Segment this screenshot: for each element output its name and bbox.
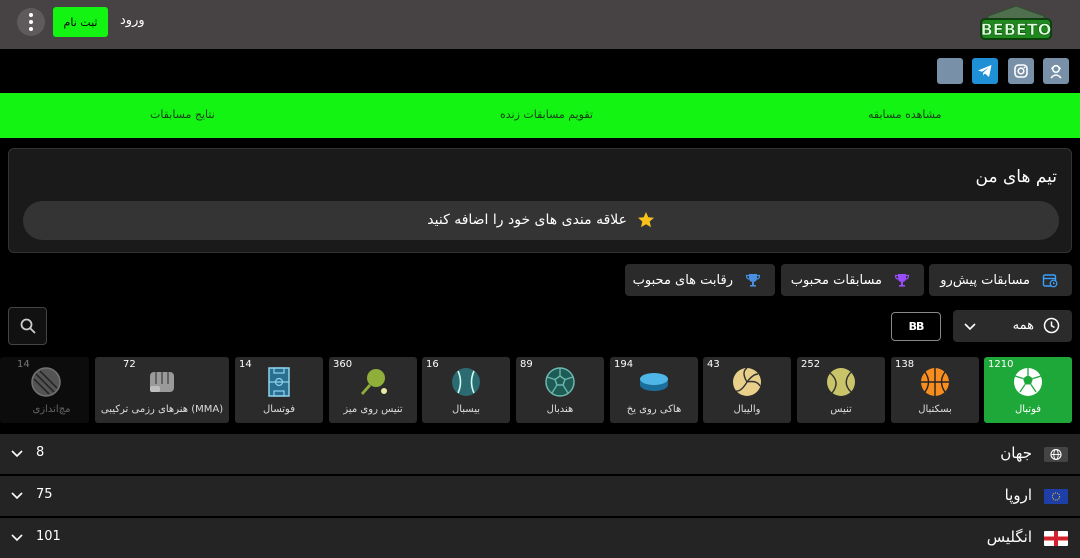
- sport-count: 16: [426, 359, 439, 370]
- star-icon: [638, 212, 654, 228]
- arm-wrestling-icon: [31, 367, 61, 397]
- login-link[interactable]: ورود: [120, 13, 145, 28]
- england-flag-icon: [1044, 531, 1068, 546]
- sport-name: بسکتبال: [918, 404, 952, 415]
- support-icon[interactable]: [1043, 58, 1069, 84]
- region-name: اروپا: [1004, 486, 1032, 504]
- sport-football[interactable]: 1210 فوتبال: [984, 357, 1072, 423]
- social-blank-button[interactable]: [937, 58, 963, 84]
- sport-count: 360: [333, 359, 353, 370]
- chevron-down-icon: [964, 323, 976, 331]
- sport-count: 89: [520, 359, 533, 370]
- chevron-down-icon: [11, 492, 23, 500]
- sport-ice-hockey[interactable]: 194 هاکی روی یخ: [610, 357, 698, 423]
- nav-results[interactable]: نتایج مسابقات: [150, 108, 215, 121]
- region-row-england[interactable]: انگلیس 101: [0, 518, 1080, 558]
- tab-upcoming[interactable]: مسابقات پیش‌رو: [929, 264, 1072, 296]
- volleyball-icon: [733, 367, 761, 396]
- telegram-icon[interactable]: [972, 58, 998, 84]
- my-teams-title: تیم های من: [975, 167, 1057, 187]
- sport-count: 72: [123, 359, 136, 370]
- handball-icon: [545, 367, 575, 397]
- nav-live-calendar[interactable]: تقویم مسابقات زنده: [500, 108, 593, 121]
- fist-icon: [150, 372, 174, 392]
- logo[interactable]: BEBETO: [978, 4, 1054, 42]
- sport-name: فوتبال: [1014, 404, 1042, 415]
- region-count: 101: [36, 529, 61, 544]
- region-row-europe[interactable]: اروپا 75: [0, 476, 1080, 516]
- sport-table-tennis[interactable]: 360 تنیس روی میز: [329, 357, 417, 423]
- main-nav: مشاهده مسابقه تقویم مسابقات زنده نتایج م…: [0, 93, 1080, 138]
- basketball-icon: [921, 368, 949, 396]
- sport-name: تنیس روی میز: [343, 404, 403, 415]
- sport-count: 1210: [988, 359, 1014, 370]
- sport-count: 14: [17, 359, 30, 370]
- sport-count: 194: [614, 359, 634, 370]
- sport-baseball[interactable]: 16 بیسبال: [422, 357, 510, 423]
- sport-futsal[interactable]: 14 فوتسال: [235, 357, 323, 423]
- sport-basketball[interactable]: 138 بسکتبال: [891, 357, 979, 423]
- futsal-field-icon: [268, 367, 290, 397]
- cup-icon: [745, 274, 761, 287]
- sport-count: 138: [895, 359, 915, 370]
- sport-name: هنرهای رزمی ترکیبی (MMA): [100, 404, 224, 415]
- tab-popular-matches[interactable]: مسابقات محبوب: [781, 264, 924, 296]
- football-icon: [1014, 368, 1042, 396]
- globe-icon: [1044, 447, 1068, 462]
- tab-popular-competitions-label: رقابت های محبوب: [632, 272, 733, 288]
- sport-count: 43: [707, 359, 720, 370]
- chevron-down-icon: [11, 534, 23, 542]
- clock-icon: [1043, 317, 1060, 334]
- instagram-icon[interactable]: [1008, 58, 1034, 84]
- sport-mma[interactable]: 72 هنرهای رزمی ترکیبی (MMA): [95, 357, 229, 423]
- sport-handball[interactable]: 89 هندبال: [516, 357, 604, 423]
- time-filter-value: همه: [1012, 318, 1034, 333]
- add-favorites-button[interactable]: علاقه مندی های خود را اضافه کنید: [23, 201, 1059, 240]
- sport-volleyball[interactable]: 43 والیبال: [703, 357, 791, 423]
- region-count: 75: [36, 487, 53, 502]
- search-icon: [20, 318, 36, 334]
- baseball-icon: [452, 368, 480, 396]
- my-teams-card: تیم های من علاقه مندی های خود را اضافه ک…: [8, 148, 1072, 253]
- sport-name: والیبال: [733, 404, 761, 415]
- time-filter-select[interactable]: همه: [953, 310, 1072, 342]
- sport-count: 252: [801, 359, 821, 370]
- top-bar: ثبت نام ورود BEBETO: [0, 0, 1080, 49]
- hockey-puck-icon: [640, 373, 668, 391]
- bb-toggle-button[interactable]: BB: [891, 312, 941, 341]
- tab-popular-matches-label: مسابقات محبوب: [790, 272, 882, 288]
- sport-name: بیسبال: [451, 404, 481, 415]
- tab-upcoming-label: مسابقات پیش‌رو: [940, 272, 1030, 288]
- logo-text: BEBETO: [981, 20, 1052, 39]
- chevron-down-icon: [11, 450, 23, 458]
- sport-name: هاکی روی یخ: [626, 404, 682, 415]
- sport-name: فوتسال: [263, 404, 295, 415]
- add-favorites-label: علاقه مندی های خود را اضافه کنید: [427, 212, 627, 228]
- sport-name: مچ‌اندازی: [32, 404, 71, 415]
- sport-name: هندبال: [546, 404, 574, 415]
- sport-arm-wrestling[interactable]: 14 مچ‌اندازی: [0, 357, 89, 423]
- region-row-world[interactable]: جهان 8: [0, 434, 1080, 474]
- sport-tennis[interactable]: 252 تنیس: [797, 357, 885, 423]
- sport-count: 14: [239, 359, 252, 370]
- region-name: انگلیس: [986, 528, 1032, 546]
- register-button[interactable]: ثبت نام: [53, 7, 108, 37]
- search-button[interactable]: [8, 307, 47, 345]
- trophy-icon: [894, 274, 910, 287]
- eu-flag-icon: [1044, 489, 1068, 504]
- nav-view-match[interactable]: مشاهده مسابقه: [868, 108, 941, 121]
- tennis-ball-icon: [827, 368, 855, 396]
- tab-popular-competitions[interactable]: رقابت های محبوب: [625, 264, 775, 296]
- table-tennis-icon: [361, 369, 387, 395]
- sport-name: تنیس: [830, 404, 852, 415]
- kebab-menu-icon[interactable]: [17, 8, 45, 36]
- region-count: 8: [36, 445, 45, 460]
- calendar-icon: [1042, 274, 1058, 288]
- region-name: جهان: [1000, 444, 1032, 462]
